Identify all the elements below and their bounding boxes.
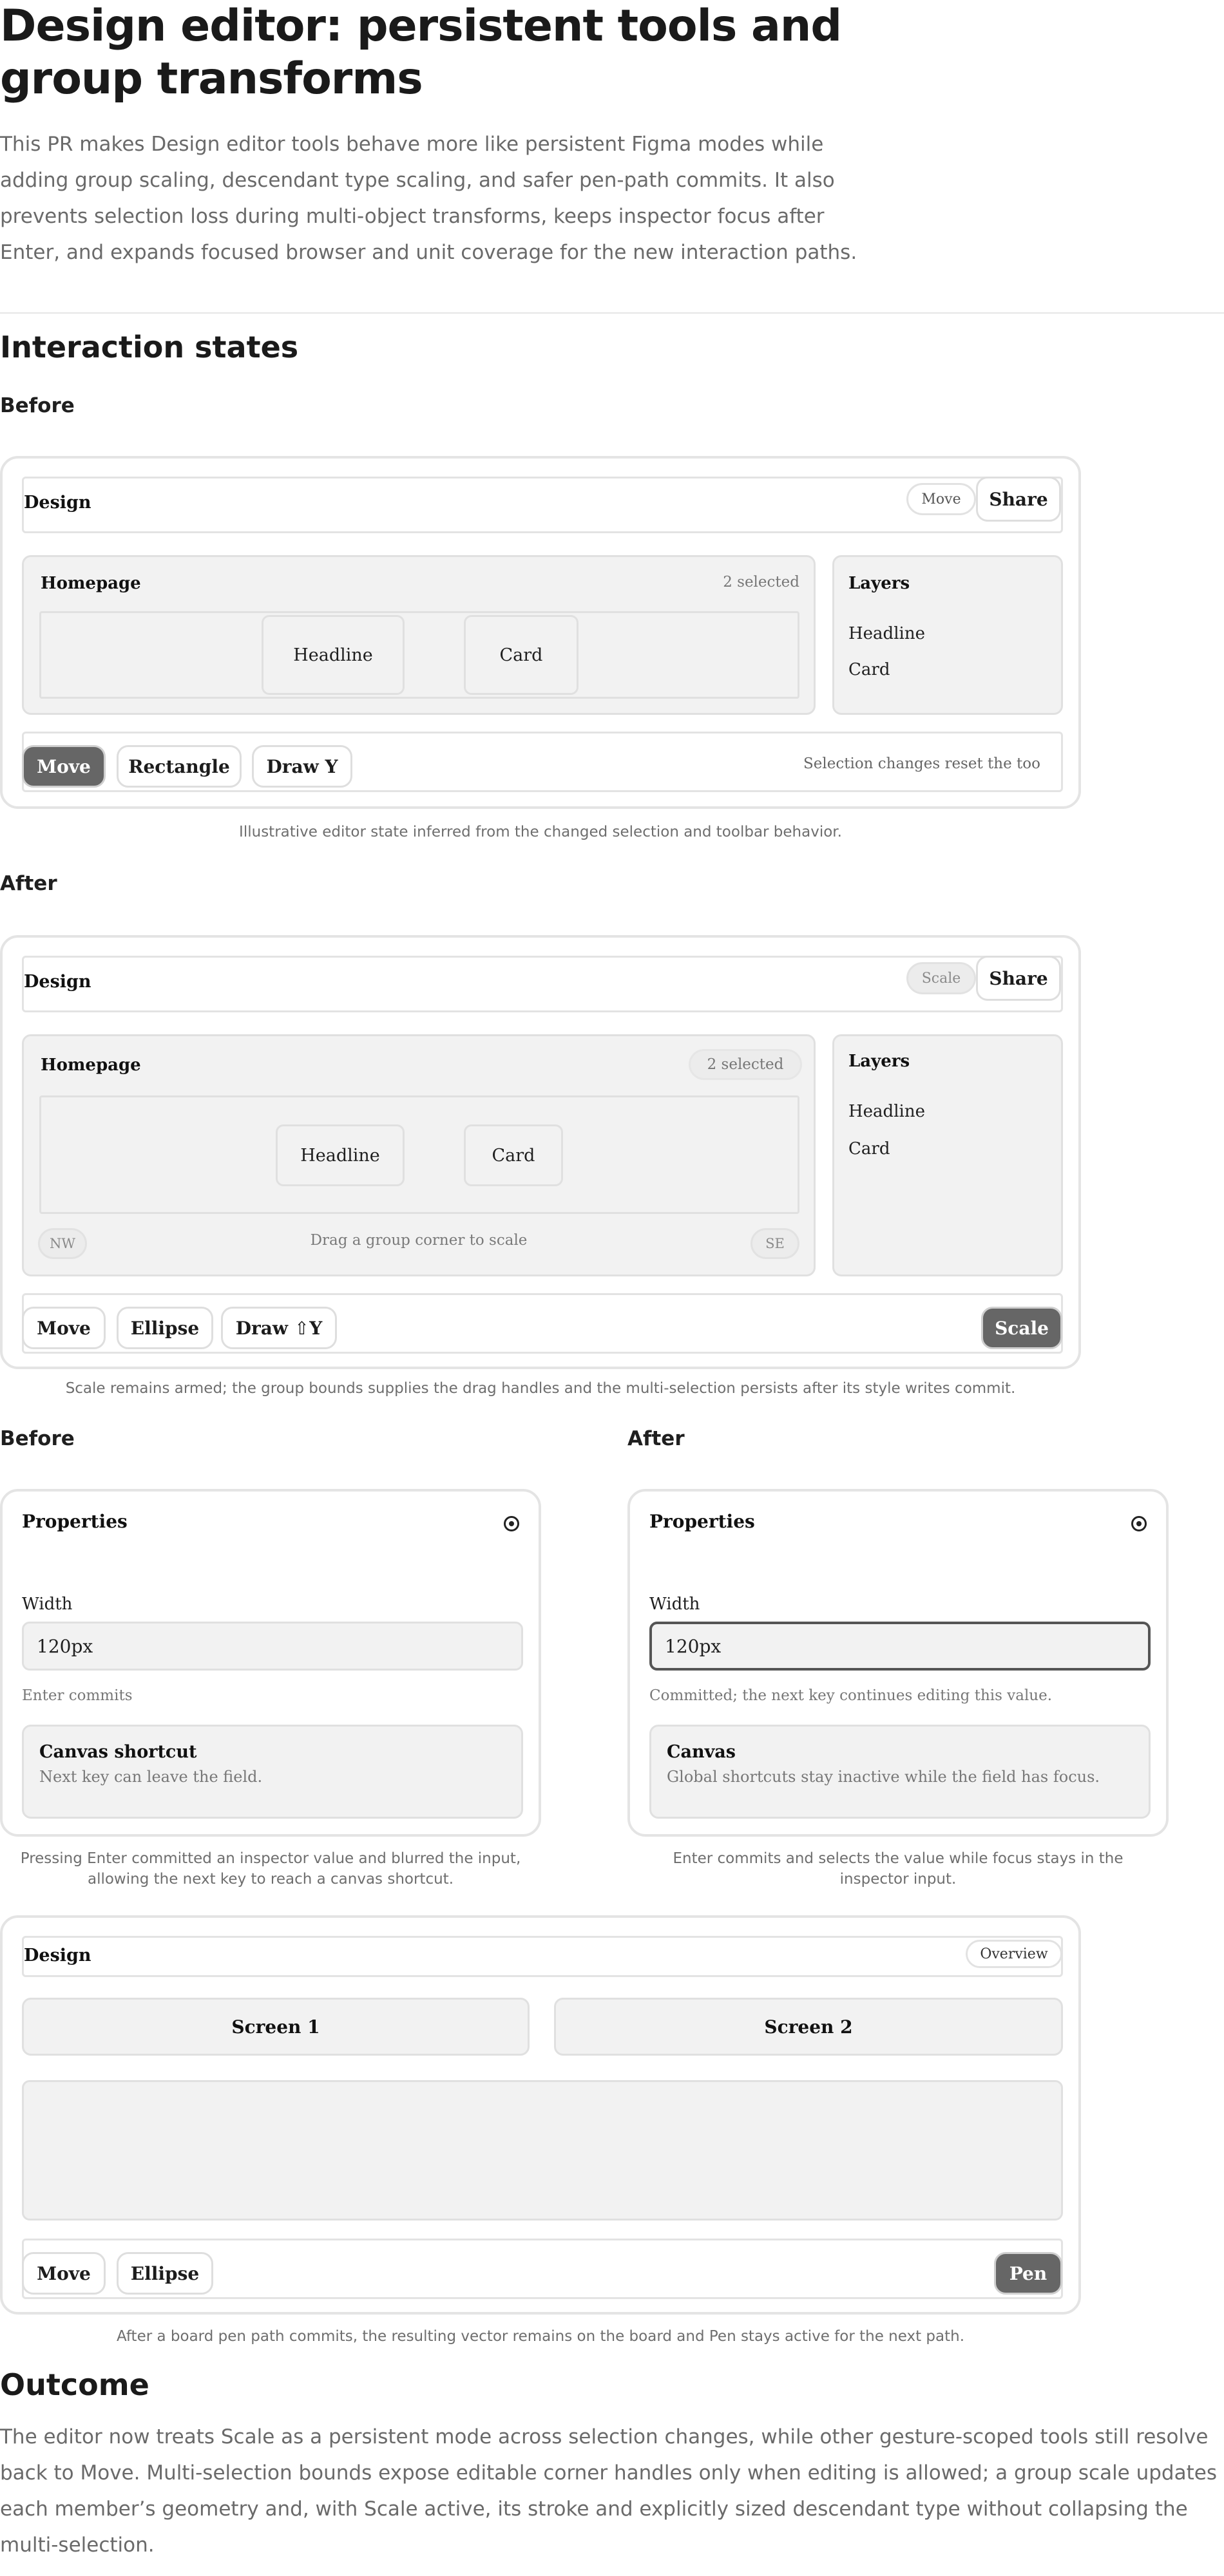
selection-count: 2 selected (689, 1049, 802, 1080)
headline-node[interactable]: Headline (262, 615, 405, 695)
tool-ellipse-button[interactable]: Ellipse (117, 2252, 213, 2295)
selection-count: 2 selected (723, 574, 799, 591)
note-body: Next key can leave the field. (39, 1768, 263, 1786)
app-title: Design (24, 493, 91, 513)
tool-draw-button[interactable]: Draw ⇧Y (221, 1307, 337, 1349)
screen-label: Screen 2 (764, 2016, 853, 2038)
tool-pen-button[interactable]: Pen (994, 2252, 1062, 2295)
note-title: Canvas shortcut (39, 1742, 197, 1762)
layers-title: Layers (848, 574, 910, 593)
tool-move-button[interactable]: Move (22, 745, 106, 788)
toolbar: Move Ellipse Pen (22, 2239, 1063, 2299)
layers-panel: Layers Headline Card (832, 555, 1063, 715)
page-title: Design editor: persistent tools and grou… (0, 1, 842, 104)
layer-item[interactable]: Card (848, 1139, 890, 1159)
screen-label: Screen 1 (231, 2016, 320, 2038)
inspector-before-caption: Pressing Enter committed an inspector va… (20, 1850, 521, 1888)
target-icon[interactable] (1131, 1516, 1147, 1531)
app-title: Design (24, 972, 91, 992)
frame3-caption: After a board pen path commits, the resu… (116, 2328, 965, 2345)
tool-ellipse-button[interactable]: Ellipse (117, 1307, 213, 1349)
top-bar: Design Scale Share (22, 956, 1063, 1012)
frame2-caption: Scale remains armed; the group bounds su… (65, 1380, 1016, 1397)
toolbar: Move Ellipse Draw ⇧Y Scale (22, 1293, 1063, 1354)
editor-frame-before: Design Move Share Homepage 2 selected He… (0, 456, 1081, 809)
panel-title: Properties (22, 1511, 128, 1532)
editor-frame-after: Design Scale Share Homepage 2 selected H… (0, 935, 1081, 1369)
toolbar: Move Rectangle Draw Y Selection changes … (22, 732, 1063, 792)
layers-title: Layers (848, 1052, 910, 1071)
width-input[interactable]: 120px (649, 1622, 1151, 1671)
before-heading: Before (0, 394, 75, 417)
mode-indicator: Scale (906, 962, 976, 994)
board-panel: Homepage 2 selected Headline Card NW Dra… (22, 1034, 816, 1276)
layer-item[interactable]: Headline (848, 1102, 925, 1121)
board-title: Homepage (41, 1056, 141, 1075)
card-node[interactable]: Card (464, 615, 579, 695)
board-panel: Homepage 2 selected Headline Card (22, 555, 816, 715)
section-heading: Interaction states (0, 330, 299, 365)
top-bar: Design Move Share (22, 477, 1063, 533)
layer-item[interactable]: Headline (848, 624, 925, 643)
inspector-after: Properties Width 120px Committed; the ne… (627, 1489, 1169, 1837)
share-button[interactable]: Share (976, 477, 1061, 522)
note-body: Global shortcuts stay inactive while the… (667, 1768, 1100, 1786)
canvas-note: Canvas shortcut Next key can leave the f… (22, 1725, 523, 1819)
drag-hint: Drag a group corner to scale (310, 1232, 528, 1249)
app-title: Design (24, 1946, 91, 1965)
handle-se[interactable]: SE (751, 1228, 799, 1259)
board-canvas[interactable]: Headline Card (39, 611, 799, 699)
board-canvas[interactable]: Headline Card (39, 1095, 799, 1214)
divider (0, 312, 1224, 314)
layers-panel: Layers Headline Card (832, 1034, 1063, 1276)
screen-tab-2[interactable]: Screen 2 (554, 1998, 1063, 2056)
share-button[interactable]: Share (976, 956, 1061, 1001)
field-hint: Committed; the next key continues editin… (649, 1687, 1053, 1704)
overview-button[interactable]: Overview (966, 1940, 1062, 1968)
mode-indicator: Move (906, 483, 976, 515)
outcome-heading: Outcome (0, 2367, 149, 2402)
intro-paragraph: This PR makes Design editor tools behave… (0, 133, 857, 264)
frame1-caption: Illustrative editor state inferred from … (239, 824, 842, 840)
tool-draw-button[interactable]: Draw Y (252, 745, 352, 788)
status-text: Selection changes reset the too (803, 755, 1040, 772)
screen-tab-1[interactable]: Screen 1 (22, 1998, 530, 2056)
canvas-note: Canvas Global shortcuts stay inactive wh… (649, 1725, 1151, 1819)
inspector-before: Properties Width 120px Enter commits Can… (0, 1489, 541, 1837)
inspector-after-caption: Enter commits and selects the value whil… (673, 1850, 1124, 1888)
panel-title: Properties (649, 1511, 755, 1532)
editor-frame-pen: Design Overview Screen 1 Screen 2 Move E… (0, 1915, 1081, 2315)
tool-move-button[interactable]: Move (22, 1307, 106, 1349)
tool-scale-button[interactable]: Scale (981, 1307, 1062, 1349)
field-hint: Enter commits (22, 1687, 133, 1704)
outcome-paragraph: The editor now treats Scale as a persist… (0, 2425, 1217, 2557)
board-title: Homepage (41, 574, 141, 593)
top-bar: Design Overview (22, 1936, 1063, 1977)
field-label: Width (649, 1595, 700, 1614)
width-input[interactable]: 120px (22, 1622, 523, 1671)
tool-rectangle-button[interactable]: Rectangle (117, 745, 242, 788)
target-icon[interactable] (504, 1516, 519, 1531)
note-title: Canvas (667, 1742, 736, 1762)
board-canvas[interactable] (22, 2080, 1063, 2221)
tool-move-button[interactable]: Move (22, 2252, 106, 2295)
layer-item[interactable]: Card (848, 660, 890, 679)
inspector-before-heading: Before (0, 1427, 75, 1450)
field-label: Width (22, 1595, 73, 1614)
headline-node[interactable]: Headline (276, 1124, 405, 1186)
card-node[interactable]: Card (464, 1124, 563, 1186)
after-heading: After (0, 872, 57, 895)
inspector-after-heading: After (627, 1427, 685, 1450)
